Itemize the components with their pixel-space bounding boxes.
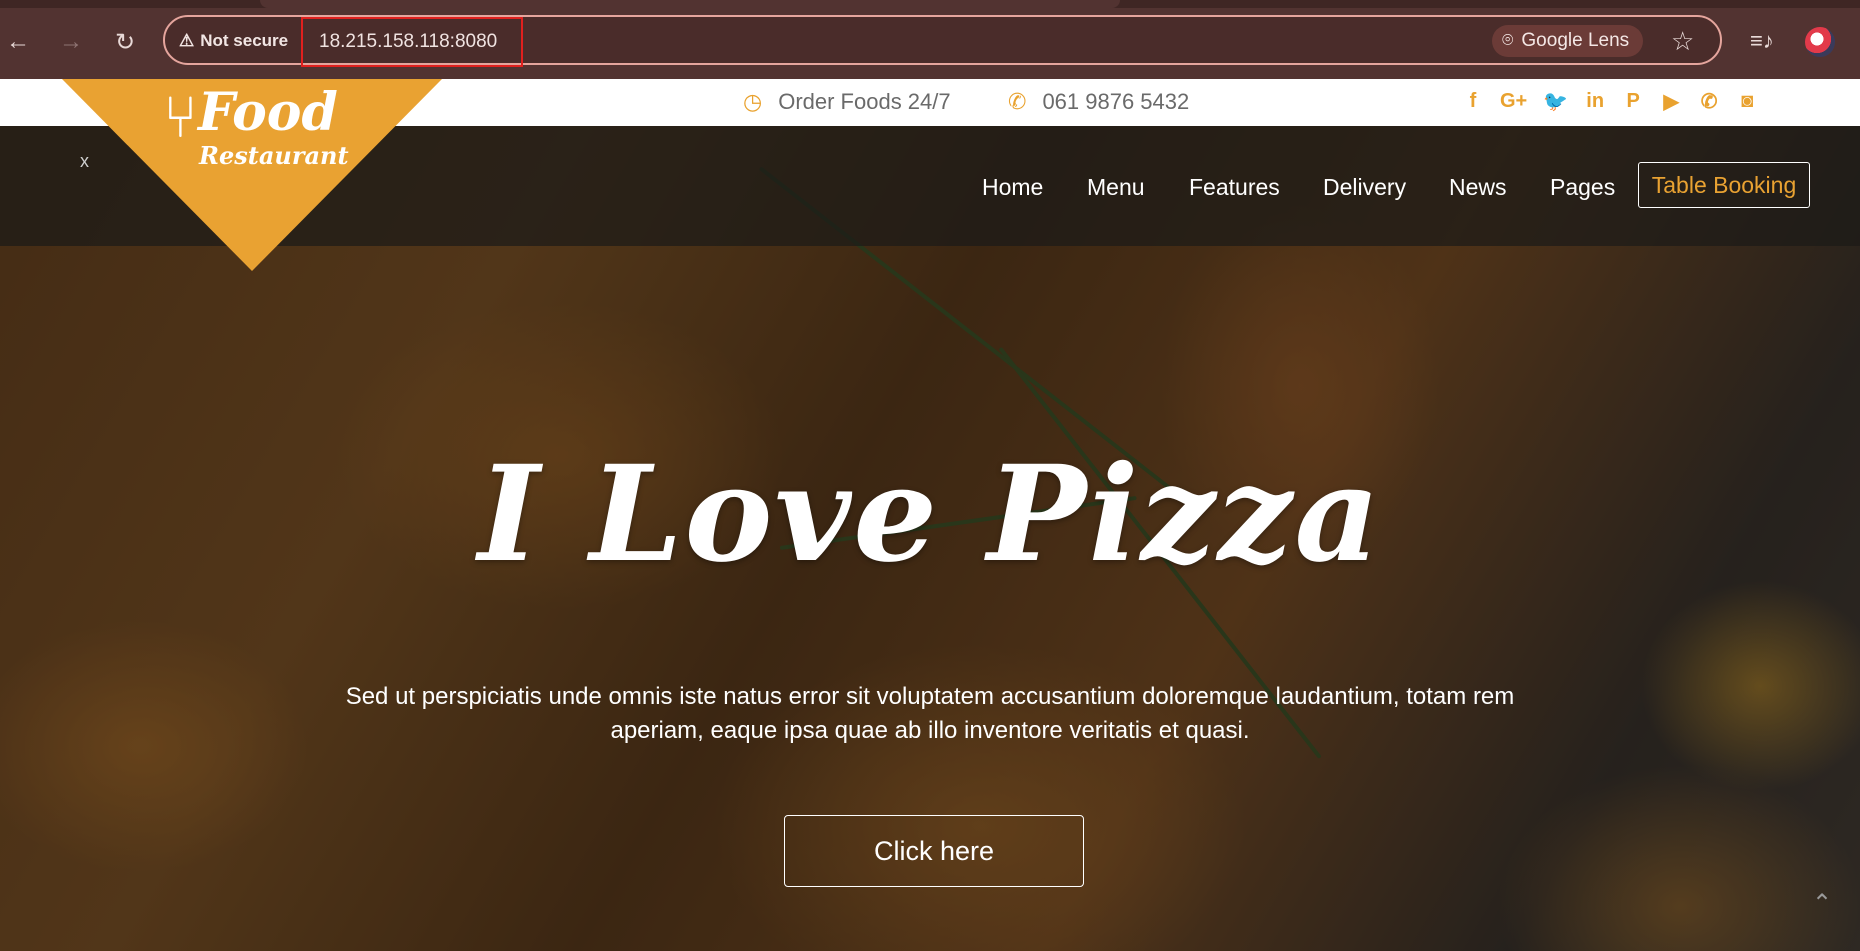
nav-delivery[interactable]: Delivery [1323,174,1406,201]
phone-number: 061 9876 5432 [1042,89,1190,114]
site-logo[interactable]: ⑂ Food Restaurant [62,79,442,271]
order-text: Order Foods 24/7 [778,89,951,114]
nav-features[interactable]: Features [1189,174,1280,201]
table-booking-button[interactable]: Table Booking [1638,162,1810,208]
order-info: ◷ Order Foods 24/7 [743,89,951,115]
profile-avatar[interactable] [1805,27,1835,57]
phone-info: ✆ 061 9876 5432 [1008,89,1189,115]
scroll-to-top-icon[interactable]: ⌃ [1812,889,1832,918]
active-tab[interactable] [260,0,1120,8]
warning-icon: ⚠ [179,31,195,50]
security-indicator[interactable]: ⚠ Not secure [179,27,288,55]
pinterest-icon[interactable]: P [1622,90,1644,113]
linkedin-icon[interactable]: in [1584,90,1606,113]
camera-search-icon: ⌾ [1502,30,1514,51]
twitter-icon[interactable]: 🐦 [1543,89,1568,114]
google-lens-button[interactable]: ⌾ Google Lens [1492,25,1644,57]
browser-toolbar: ← → ↻ ⚠ Not secure 18.215.158.118:8080 ⌾… [0,0,1860,79]
forward-arrow-icon[interactable]: → [53,24,89,60]
google-plus-icon[interactable]: G+ [1500,90,1527,113]
instagram-icon[interactable]: ◙ [1736,90,1758,113]
google-lens-label: Google Lens [1521,30,1630,51]
nav-pages[interactable]: Pages [1550,174,1615,201]
social-links: f G+ 🐦 in P ▶ ✆ ◙ [1462,89,1758,114]
phone-icon[interactable]: ✆ [1698,89,1720,114]
logo-title: Food [198,82,338,143]
nav-news[interactable]: News [1449,174,1507,201]
click-here-button[interactable]: Click here [784,815,1084,887]
web-page: ◷ Order Foods 24/7 ✆ 061 9876 5432 f G+ … [0,79,1860,951]
clock-icon: ◷ [743,89,763,114]
hero-description: Sed ut perspiciatis unde omnis iste natu… [345,683,1515,744]
fork-icon: ⑂ [163,85,198,150]
nav-home[interactable]: Home [982,174,1043,201]
security-label: Not secure [200,31,289,50]
url-text[interactable]: 18.215.158.118:8080 [301,17,523,67]
logo-subtitle: Restaurant [199,141,349,170]
facebook-icon[interactable]: f [1462,90,1484,113]
reload-icon[interactable]: ↻ [107,24,143,60]
tab-strip [0,0,1860,8]
youtube-icon[interactable]: ▶ [1660,89,1682,114]
media-controls-icon[interactable]: ≡♪ [1750,28,1774,54]
address-bar[interactable]: ⚠ Not secure 18.215.158.118:8080 ⌾ Googl… [163,15,1722,67]
back-arrow-icon[interactable]: ← [0,24,36,60]
hero-title: I Love Pizza [477,437,1383,592]
phone-icon: ✆ [1008,89,1027,114]
nav-menu[interactable]: Menu [1087,174,1145,201]
bookmark-star-icon[interactable]: ☆ [1671,26,1694,57]
